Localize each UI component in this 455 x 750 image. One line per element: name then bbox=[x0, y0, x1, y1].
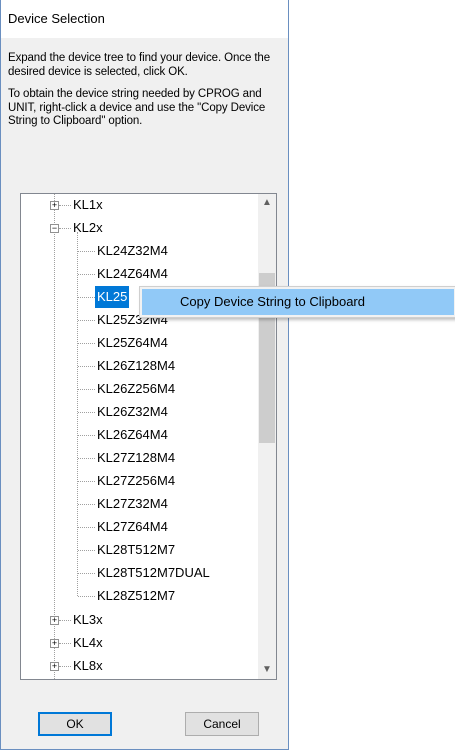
tree-node-label: KL24Z64M4 bbox=[97, 266, 168, 281]
tree-node-label: KL25Z64M4 bbox=[97, 335, 168, 350]
tree-node-device[interactable]: KL24Z32M4 bbox=[95, 240, 170, 262]
tree-node-label: KL26Z128M4 bbox=[97, 358, 176, 373]
dialog-title: Device Selection bbox=[1, 0, 288, 38]
tree-connector bbox=[78, 251, 95, 252]
tree-node-kl1x[interactable]: KL1x bbox=[71, 194, 105, 216]
tree-guide-root bbox=[54, 194, 55, 679]
tree-node-label: KL2x bbox=[73, 220, 103, 235]
scroll-down-icon[interactable]: ▼ bbox=[258, 661, 276, 679]
tree-node-label: KL26Z32M4 bbox=[97, 404, 168, 419]
tree-node-kl4x[interactable]: KL4x bbox=[71, 632, 105, 654]
tree-node-label: KL24Z32M4 bbox=[97, 243, 168, 258]
tree-node-label: KL3x bbox=[73, 612, 103, 627]
expand-icon[interactable]: + bbox=[50, 201, 59, 210]
tree-node-label: KL26Z256M4 bbox=[97, 381, 176, 396]
tree-node-kl2x[interactable]: KL2x bbox=[71, 217, 105, 239]
tree-connector bbox=[59, 205, 71, 206]
tree-connector bbox=[78, 389, 95, 390]
cancel-button[interactable]: Cancel bbox=[185, 712, 259, 736]
device-tree[interactable]: + KL1x − KL2x KL24Z32M4 KL24Z64M4 KL25 K… bbox=[20, 193, 277, 680]
tree-connector bbox=[59, 643, 71, 644]
tree-node-kl3x[interactable]: KL3x bbox=[71, 609, 105, 631]
tree-node-device-selected[interactable]: KL25 bbox=[95, 286, 130, 308]
tree-node-device[interactable]: KL27Z64M4 bbox=[95, 516, 170, 538]
tree-node-label: KL27Z128M4 bbox=[97, 450, 176, 465]
tree-node-device[interactable]: KL26Z32M4 bbox=[95, 401, 170, 423]
tree-connector bbox=[78, 343, 95, 344]
scroll-up-icon[interactable]: ▲ bbox=[258, 194, 276, 212]
tree-connector bbox=[78, 274, 95, 275]
tree-node-label: KL27Z256M4 bbox=[97, 473, 176, 488]
tree-node-label: KL28T512M7DUAL bbox=[97, 565, 210, 580]
tree-node-device[interactable]: KL28T512M7 bbox=[95, 539, 177, 561]
tree-guide-kl2x bbox=[77, 232, 78, 596]
tree-node-device[interactable]: KL26Z256M4 bbox=[95, 378, 177, 400]
tree-connector bbox=[78, 458, 95, 459]
instruction-text-2: To obtain the device string needed by CP… bbox=[8, 88, 266, 127]
copy-device-string-menu-item[interactable]: Copy Device String to Clipboard bbox=[142, 289, 454, 315]
tree-scrollbar[interactable]: ▲ ▼ bbox=[258, 194, 276, 679]
tree-node-device[interactable]: KL26Z128M4 bbox=[95, 355, 177, 377]
expand-icon[interactable]: + bbox=[50, 639, 59, 648]
tree-connector bbox=[59, 666, 71, 667]
tree-connector bbox=[78, 435, 95, 436]
instruction-text-1: Expand the device tree to find your devi… bbox=[8, 52, 271, 78]
tree-node-label: KL8x bbox=[73, 658, 103, 673]
tree-node-device[interactable]: KL26Z64M4 bbox=[95, 424, 170, 446]
tree-node-label: KL28T512M7 bbox=[97, 542, 176, 557]
collapse-icon[interactable]: − bbox=[50, 224, 59, 233]
tree-connector bbox=[78, 366, 95, 367]
tree-node-device[interactable]: KL27Z32M4 bbox=[95, 493, 170, 515]
expand-icon[interactable]: + bbox=[50, 616, 59, 625]
device-selection-dialog: Device Selection Expand the device tree … bbox=[0, 0, 289, 750]
tree-node-device[interactable]: KL24Z64M4 bbox=[95, 263, 170, 285]
tree-node-label: KL25 bbox=[95, 286, 130, 308]
tree-connector bbox=[78, 573, 95, 574]
context-menu: Copy Device String to Clipboard bbox=[139, 286, 455, 318]
tree-node-device[interactable]: KL27Z256M4 bbox=[95, 470, 177, 492]
expand-icon[interactable]: + bbox=[50, 662, 59, 671]
tree-node-label: KL27Z64M4 bbox=[97, 519, 168, 534]
tree-connector bbox=[59, 620, 71, 621]
tree-node-label: KL1x bbox=[73, 197, 103, 212]
tree-connector bbox=[59, 228, 71, 229]
tree-node-label: KL4x bbox=[73, 635, 103, 650]
tree-node-device[interactable]: KL28Z512M7 bbox=[95, 585, 177, 607]
tree-connector bbox=[78, 596, 95, 597]
tree-connector bbox=[78, 412, 95, 413]
tree-connector bbox=[78, 550, 95, 551]
tree-connector bbox=[78, 320, 95, 321]
tree-node-device[interactable]: KL27Z128M4 bbox=[95, 447, 177, 469]
tree-node-device[interactable]: KL28T512M7DUAL bbox=[95, 562, 212, 584]
tree-connector bbox=[78, 527, 95, 528]
tree-connector bbox=[78, 504, 95, 505]
tree-node-label: KL28Z512M7 bbox=[97, 588, 176, 603]
tree-node-label: KL27Z32M4 bbox=[97, 496, 168, 511]
tree-node-kl8x[interactable]: KL8x bbox=[71, 655, 105, 677]
instructions: Expand the device tree to find your devi… bbox=[8, 52, 280, 138]
tree-connector bbox=[78, 481, 95, 482]
tree-list: + KL1x − KL2x KL24Z32M4 KL24Z64M4 KL25 K… bbox=[21, 194, 258, 679]
tree-node-device[interactable]: KL25Z64M4 bbox=[95, 332, 170, 354]
ok-button[interactable]: OK bbox=[38, 712, 112, 736]
tree-connector bbox=[78, 297, 95, 298]
tree-node-label: KL26Z64M4 bbox=[97, 427, 168, 442]
